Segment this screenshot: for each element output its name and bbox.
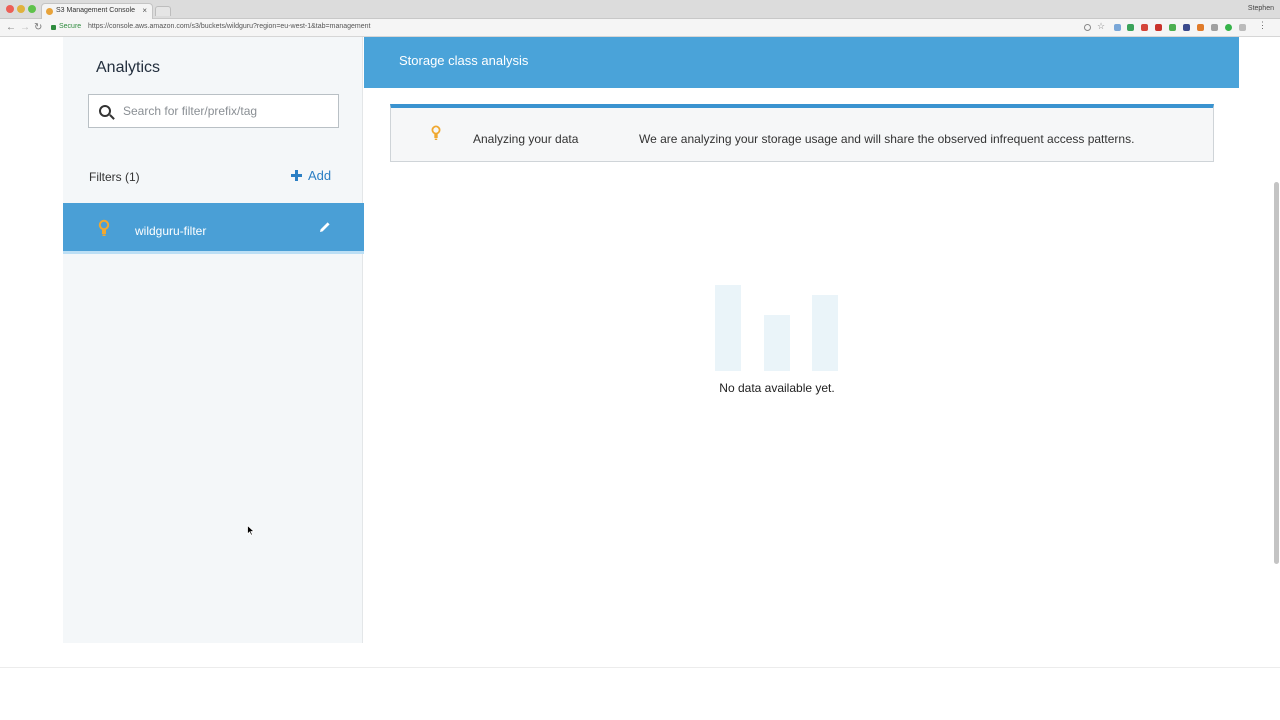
plus-icon bbox=[291, 170, 302, 181]
filters-count-label: Filters (1) bbox=[89, 170, 140, 184]
search-input[interactable] bbox=[123, 95, 333, 127]
secure-label: Secure bbox=[59, 23, 82, 30]
empty-state-message: No data available yet. bbox=[719, 381, 835, 395]
divider bbox=[0, 667, 1280, 668]
mouse-cursor-icon bbox=[247, 525, 255, 536]
add-filter-button[interactable]: Add bbox=[291, 168, 331, 183]
extension-icon[interactable] bbox=[1225, 24, 1232, 31]
extension-icon[interactable] bbox=[1155, 24, 1162, 31]
placeholder-bar bbox=[764, 315, 790, 371]
extension-icon[interactable] bbox=[1239, 24, 1246, 31]
pencil-icon[interactable] bbox=[319, 221, 331, 233]
placeholder-bar bbox=[812, 295, 838, 371]
menu-icon[interactable]: ⋮ bbox=[1258, 20, 1267, 30]
bookmark-star-icon[interactable]: ☆ bbox=[1097, 21, 1105, 31]
lightbulb-icon bbox=[431, 125, 441, 140]
page-scrollbar[interactable] bbox=[1274, 182, 1279, 564]
profile-name[interactable]: Stephen bbox=[1248, 5, 1274, 12]
empty-chart-placeholder bbox=[713, 283, 841, 371]
search-icon bbox=[99, 105, 111, 117]
forward-icon[interactable]: → bbox=[20, 22, 30, 34]
info-title: Analyzing your data bbox=[473, 132, 579, 146]
browser-tab-bar: S3 Management Console × Stephen bbox=[0, 0, 1280, 19]
analytics-sidebar: Analytics Filters (1) Add wildguru-filte… bbox=[63, 37, 364, 643]
window-minimize-button[interactable] bbox=[17, 5, 25, 13]
new-tab-button[interactable] bbox=[155, 6, 171, 16]
page-header: Storage class analysis bbox=[364, 37, 1239, 88]
back-icon[interactable]: ← bbox=[6, 22, 16, 34]
zoom-icon[interactable] bbox=[1084, 24, 1091, 31]
extension-icon[interactable] bbox=[1127, 24, 1134, 31]
address-bar[interactable]: https://console.aws.amazon.com/s3/bucket… bbox=[88, 23, 371, 30]
page-title: Storage class analysis bbox=[399, 53, 529, 68]
window-maximize-button[interactable] bbox=[28, 5, 36, 13]
extension-icon[interactable] bbox=[1211, 24, 1218, 31]
tab-title: S3 Management Console bbox=[56, 7, 135, 14]
extension-icon[interactable] bbox=[1183, 24, 1190, 31]
placeholder-bar bbox=[715, 285, 741, 371]
filter-search[interactable] bbox=[88, 94, 339, 128]
filter-name: wildguru-filter bbox=[135, 224, 207, 238]
add-filter-label: Add bbox=[308, 168, 332, 183]
extension-icon[interactable] bbox=[1197, 24, 1204, 31]
extension-icon[interactable] bbox=[1114, 24, 1121, 31]
gmail-icon[interactable] bbox=[1141, 24, 1148, 31]
lock-icon bbox=[51, 25, 56, 30]
reload-icon[interactable]: ↻ bbox=[34, 22, 42, 34]
browser-toolbar: ← → ↻ Secure https://console.aws.amazon.… bbox=[0, 19, 1280, 37]
lightbulb-icon bbox=[98, 219, 110, 236]
check-icon[interactable] bbox=[1169, 24, 1176, 31]
browser-tab[interactable]: S3 Management Console × bbox=[41, 3, 153, 19]
tab-close-icon[interactable]: × bbox=[142, 6, 147, 16]
filter-item[interactable]: wildguru-filter bbox=[63, 203, 364, 254]
sidebar-title: Analytics bbox=[96, 59, 161, 76]
info-message: We are analyzing your storage usage and … bbox=[639, 132, 1135, 146]
info-alert: Analyzing your data We are analyzing you… bbox=[390, 104, 1214, 162]
window-close-button[interactable] bbox=[6, 5, 14, 13]
aws-favicon-icon bbox=[46, 8, 53, 15]
